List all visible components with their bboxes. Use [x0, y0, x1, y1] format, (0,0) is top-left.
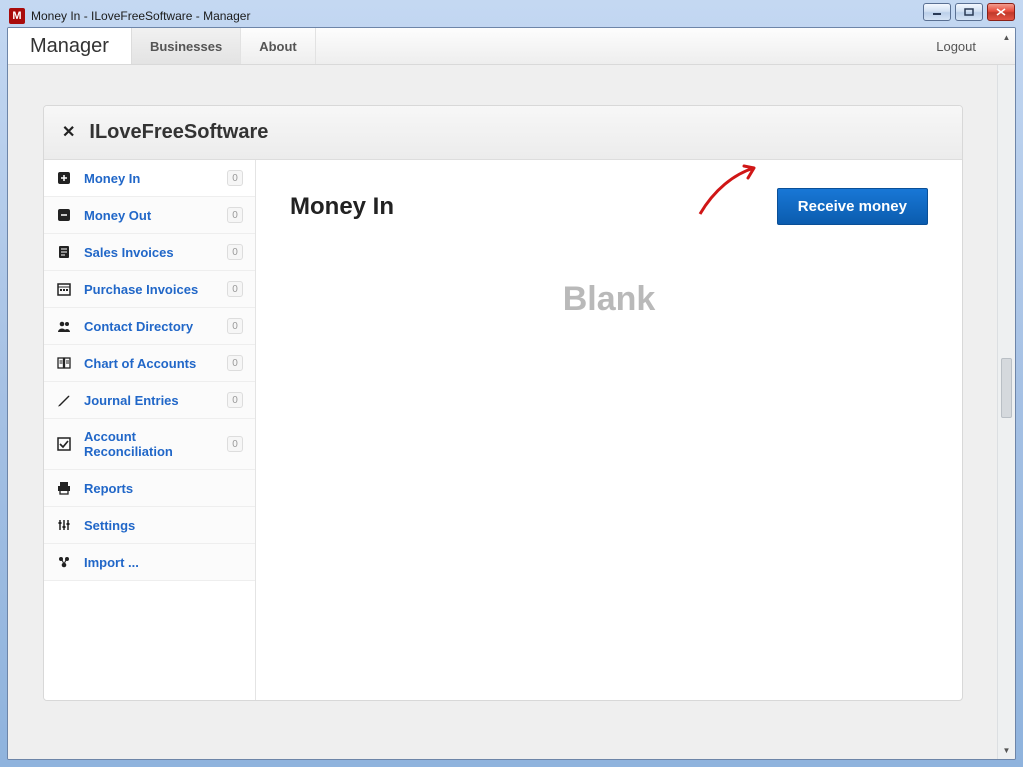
- sidebar-item-count: 0: [227, 281, 243, 297]
- sidebar-item-settings[interactable]: Settings: [44, 507, 255, 544]
- app-client-area: ▲ ▼ Manager Businesses About Logout ✕ IL…: [7, 27, 1016, 760]
- page-body: ✕ ILoveFreeSoftware Money In 0: [8, 65, 998, 759]
- minus-box-icon: [56, 207, 72, 223]
- maximize-icon: [964, 8, 974, 16]
- window-title: Money In - ILoveFreeSoftware - Manager: [31, 9, 250, 23]
- sidebar-item-label: Settings: [84, 518, 243, 533]
- scroll-thumb[interactable]: [1001, 358, 1012, 418]
- sidebar-item-money-out[interactable]: Money Out 0: [44, 197, 255, 234]
- sidebar-item-count: 0: [227, 355, 243, 371]
- sidebar-item-reports[interactable]: Reports: [44, 470, 255, 507]
- sidebar-item-label: Sales Invoices: [84, 245, 215, 260]
- close-button[interactable]: [987, 3, 1015, 21]
- app-top-bar: Manager Businesses About Logout: [8, 28, 1015, 65]
- window-titlebar[interactable]: M Money In - ILoveFreeSoftware - Manager: [5, 5, 1018, 27]
- sidebar-item-count: 0: [227, 170, 243, 186]
- sidebar-item-label: Reports: [84, 481, 243, 496]
- sidebar-item-count: 0: [227, 392, 243, 408]
- window-frame: M Money In - ILoveFreeSoftware - Manager…: [0, 0, 1023, 767]
- people-icon: [56, 318, 72, 334]
- blank-watermark: Blank: [563, 280, 656, 319]
- page-title: Money In: [290, 193, 394, 221]
- check-box-icon: [56, 436, 72, 452]
- sidebar-item-sales-invoices[interactable]: Sales Invoices 0: [44, 234, 255, 271]
- sidebar-item-label: Purchase Invoices: [84, 282, 215, 297]
- minimize-button[interactable]: [923, 3, 951, 21]
- plus-box-icon: [56, 170, 72, 186]
- sidebar-item-count: 0: [227, 207, 243, 223]
- sidebar-item-contact-directory[interactable]: Contact Directory 0: [44, 308, 255, 345]
- close-icon: [996, 8, 1006, 16]
- sidebar-item-label: Import ...: [84, 555, 243, 570]
- sidebar-item-label: Contact Directory: [84, 319, 215, 334]
- panel-title: ILoveFreeSoftware: [89, 121, 268, 144]
- main-header: Money In Receive money: [290, 188, 928, 225]
- sidebar-item-label: Money In: [84, 171, 215, 186]
- book-icon: [56, 355, 72, 371]
- sliders-icon: [56, 517, 72, 533]
- sidebar-item-label: Journal Entries: [84, 393, 215, 408]
- sidebar-item-chart-of-accounts[interactable]: Chart of Accounts 0: [44, 345, 255, 382]
- brand-label[interactable]: Manager: [8, 28, 132, 64]
- window-controls: [923, 3, 1015, 21]
- calendar-icon: [56, 281, 72, 297]
- panel-body: Money In 0 Money Out 0: [44, 160, 962, 700]
- sidebar-item-purchase-invoices[interactable]: Purchase Invoices 0: [44, 271, 255, 308]
- minimize-icon: [932, 8, 942, 16]
- main-content: Money In Receive money Blank: [256, 160, 962, 700]
- sidebar: Money In 0 Money Out 0: [44, 160, 256, 700]
- import-icon: [56, 554, 72, 570]
- scroll-down-button[interactable]: ▼: [1001, 743, 1012, 757]
- panel-header: ✕ ILoveFreeSoftware: [44, 106, 962, 160]
- sidebar-item-account-reconciliation[interactable]: Account Reconciliation 0: [44, 419, 255, 470]
- sidebar-item-count: 0: [227, 244, 243, 260]
- tab-businesses[interactable]: Businesses: [132, 28, 241, 64]
- maximize-button[interactable]: [955, 3, 983, 21]
- business-panel: ✕ ILoveFreeSoftware Money In 0: [43, 105, 963, 701]
- app-icon: M: [9, 8, 25, 24]
- sidebar-item-label: Money Out: [84, 208, 215, 223]
- pen-icon: [56, 392, 72, 408]
- tab-about[interactable]: About: [241, 28, 316, 64]
- scroll-up-button[interactable]: ▲: [1001, 30, 1012, 44]
- logout-link[interactable]: Logout: [914, 28, 998, 64]
- sidebar-item-label: Chart of Accounts: [84, 356, 215, 371]
- sidebar-item-label: Account Reconciliation: [84, 429, 215, 459]
- sidebar-item-money-in[interactable]: Money In 0: [44, 160, 255, 197]
- panel-close-icon[interactable]: ✕: [62, 125, 75, 141]
- sidebar-item-journal-entries[interactable]: Journal Entries 0: [44, 382, 255, 419]
- sidebar-item-import[interactable]: Import ...: [44, 544, 255, 581]
- sidebar-item-count: 0: [227, 318, 243, 334]
- printer-icon: [56, 480, 72, 496]
- receipt-icon: [56, 244, 72, 260]
- receive-money-button[interactable]: Receive money: [777, 188, 928, 225]
- sidebar-item-count: 0: [227, 436, 243, 452]
